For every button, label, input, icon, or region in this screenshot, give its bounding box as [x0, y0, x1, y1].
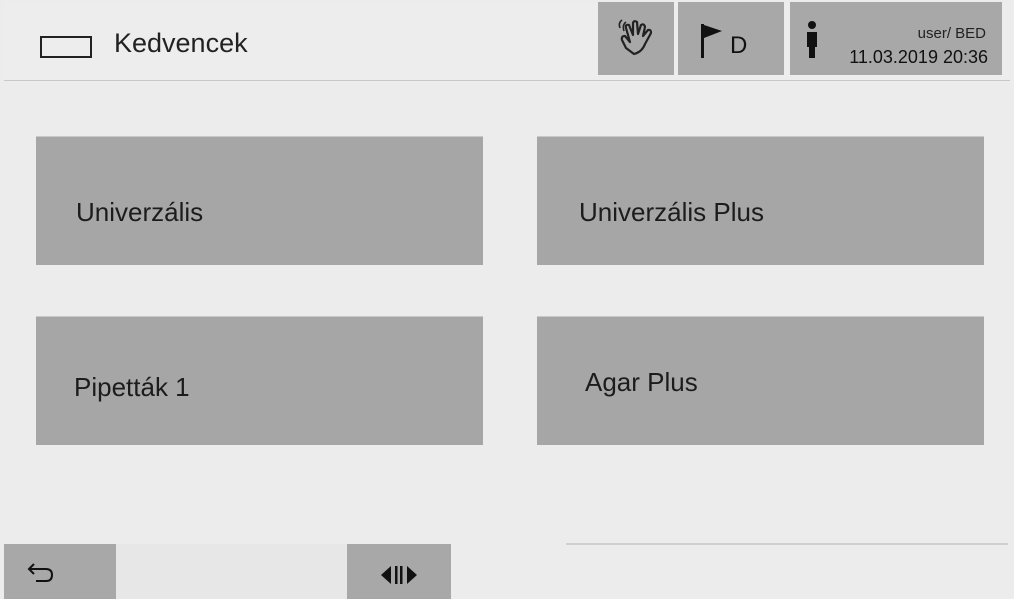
- language-button[interactable]: D: [678, 2, 784, 75]
- touch-mode-button[interactable]: [598, 2, 674, 75]
- page-title: Kedvencek: [114, 28, 248, 58]
- back-arrow-icon: [27, 563, 54, 582]
- favorite-label: Univerzális: [76, 197, 204, 227]
- favorite-label: Agar Plus: [585, 367, 698, 397]
- window-icon: [40, 36, 92, 58]
- favorite-tile[interactable]: Univerzális Plus: [537, 136, 984, 265]
- favorite-tile[interactable]: Pipetták 1: [36, 316, 483, 445]
- user-info-button[interactable]: user/ BED 11.03.2019 20:36: [790, 2, 1002, 75]
- header-bar: Kedvencek D user/ BED 11.03.2019 20:36: [4, 2, 1010, 81]
- person-icon: [807, 21, 817, 58]
- back-button[interactable]: [4, 544, 116, 599]
- user-name: user/ BED: [917, 25, 986, 42]
- hand-touch-icon: [618, 19, 653, 56]
- footer-spacer: [116, 544, 347, 599]
- datetime: 11.03.2019 20:36: [849, 47, 988, 67]
- language-code: D: [730, 32, 748, 59]
- favorite-label: Pipetták 1: [74, 372, 190, 402]
- split-view-button[interactable]: [347, 544, 451, 599]
- flag-icon: [701, 24, 722, 58]
- favorite-label: Univerzális Plus: [579, 197, 764, 227]
- favorite-tile[interactable]: Agar Plus: [537, 316, 984, 445]
- favorite-tile[interactable]: Univerzális: [36, 136, 483, 265]
- split-view-icon: [381, 566, 417, 584]
- footer-divider: [566, 543, 1008, 545]
